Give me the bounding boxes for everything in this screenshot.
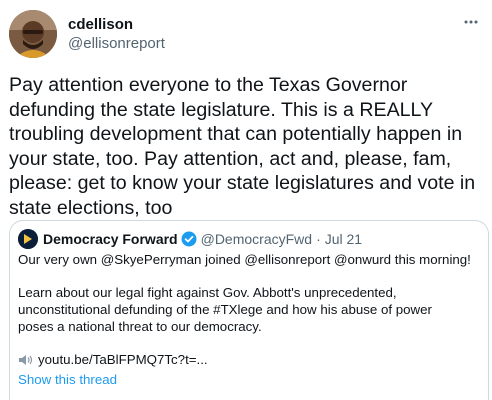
quoted-tweet-line: Our very own @SkyePerryman joined @ellis… — [18, 252, 471, 267]
quoted-tweet-line: unconstitutional defunding of the #TXleg… — [18, 302, 432, 317]
verified-badge-icon — [181, 231, 197, 247]
quoted-author-avatar[interactable] — [18, 229, 38, 249]
democracy-forward-logo-icon — [18, 229, 38, 249]
quoted-tweet-time[interactable]: Jul 21 — [325, 231, 362, 247]
user-photo-icon — [9, 10, 57, 58]
quoted-author-handle[interactable]: @DemocracyFwd — [201, 231, 312, 247]
quoted-tweet-line: Learn about our legal fight against Gov.… — [18, 285, 397, 300]
show-thread-link[interactable]: Show this thread — [18, 372, 117, 387]
author-handle[interactable]: @ellisonreport — [68, 35, 165, 53]
author-display-name[interactable]: cdellison — [68, 16, 133, 34]
more-dots-icon[interactable] — [461, 12, 481, 32]
speaker-icon — [18, 353, 34, 367]
tweet-text: Pay attention everyone to the Texas Gove… — [9, 74, 476, 219]
quoted-tweet-link[interactable]: youtu.be/TaBlFPMQ7Tc?t=... — [18, 352, 208, 367]
quoted-tweet-header: Democracy Forward @DemocracyFwd · Jul 21 — [18, 229, 362, 249]
separator-dot: · — [316, 231, 321, 247]
author-avatar[interactable] — [9, 10, 57, 58]
quoted-tweet-card[interactable]: Democracy Forward @DemocracyFwd · Jul 21… — [9, 220, 489, 400]
quoted-tweet-line: poses a national threat to our democracy… — [18, 319, 262, 334]
quoted-author-name[interactable]: Democracy Forward — [43, 231, 178, 247]
link-text[interactable]: youtu.be/TaBlFPMQ7Tc?t=... — [38, 352, 208, 367]
